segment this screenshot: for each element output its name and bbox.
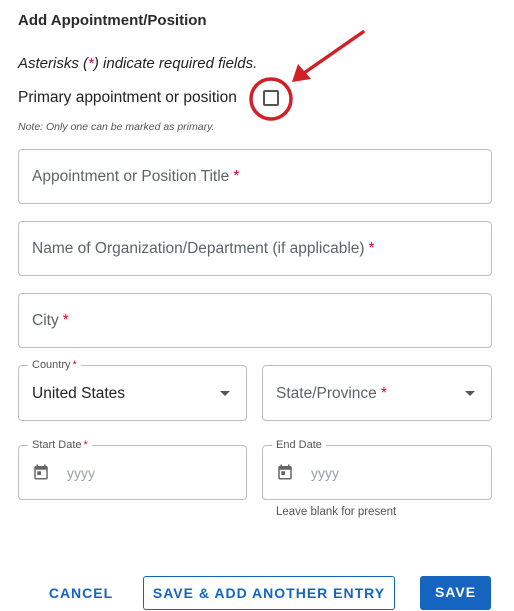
country-label-text: Country (32, 359, 71, 371)
required-marker: * (380, 385, 387, 402)
required-marker: * (72, 359, 77, 371)
end-date-field[interactable]: End Date yyyy (262, 438, 492, 500)
required-marker: * (62, 312, 69, 329)
chevron-down-icon (465, 391, 475, 396)
state-province-select[interactable]: State/Province * (262, 365, 492, 421)
start-date-label-text: Start Date (32, 439, 82, 451)
primary-hint: Note: Only one can be marked as primary. (18, 121, 215, 133)
calendar-icon[interactable] (276, 463, 294, 481)
country-select[interactable]: Country * United States (18, 358, 247, 421)
start-date-label: Start Date * (28, 438, 92, 452)
country-label: Country * (28, 358, 81, 372)
required-note-prefix: Asterisks ( (18, 55, 89, 72)
cancel-button[interactable]: CANCEL (40, 577, 122, 611)
calendar-icon[interactable] (32, 463, 50, 481)
required-note-suffix: ) indicate required fields. (93, 55, 258, 72)
primary-checkbox-label: Primary appointment or position (18, 89, 237, 106)
annotation-arrow-head (292, 64, 311, 82)
city-field[interactable]: City * (18, 293, 492, 348)
start-date-placeholder: yyyy (67, 465, 95, 481)
save-button[interactable]: SAVE (420, 576, 491, 610)
end-date-placeholder: yyyy (311, 465, 339, 481)
chevron-down-icon (220, 391, 230, 396)
save-and-add-another-button[interactable]: SAVE & ADD ANOTHER ENTRY (143, 576, 395, 610)
annotation-arrow-line (302, 30, 365, 75)
end-date-label: End Date (272, 438, 326, 452)
appointment-title-placeholder-text: Appointment or Position Title (32, 168, 230, 185)
required-marker: * (368, 240, 375, 257)
state-province-placeholder-text: State/Province (276, 385, 377, 402)
appointment-title-field[interactable]: Appointment or Position Title * (18, 149, 492, 204)
end-date-helper: Leave blank for present (276, 506, 397, 518)
organization-field[interactable]: Name of Organization/Department (if appl… (18, 221, 492, 276)
form-title: Add Appointment/Position (18, 12, 207, 29)
appointment-title-placeholder: Appointment or Position Title * (32, 168, 239, 186)
required-marker: * (233, 168, 240, 185)
organization-placeholder-text: Name of Organization/Department (if appl… (32, 240, 365, 257)
state-province-placeholder: State/Province * (276, 385, 387, 403)
primary-checkbox[interactable] (263, 90, 279, 106)
organization-placeholder: Name of Organization/Department (if appl… (32, 240, 375, 258)
start-date-field[interactable]: Start Date * yyyy (18, 438, 247, 500)
required-marker: * (83, 439, 88, 451)
city-placeholder-text: City (32, 312, 59, 329)
required-fields-note: Asterisks (*) indicate required fields. (18, 55, 257, 72)
city-placeholder: City * (32, 312, 69, 330)
country-value: United States (32, 385, 126, 402)
